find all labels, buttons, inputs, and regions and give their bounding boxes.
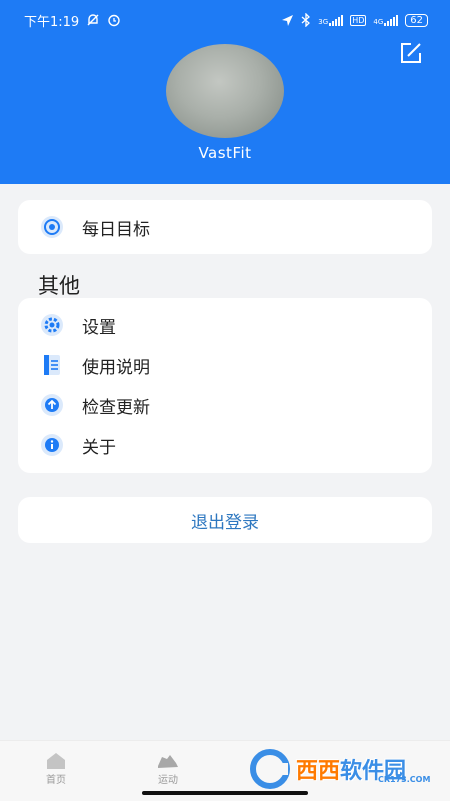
manual-icon <box>38 351 66 379</box>
status-time: 下午1:19 <box>24 14 80 30</box>
menu-item-check-update[interactable]: 检查更新 <box>18 385 432 425</box>
menu-item-label: 检查更新 <box>82 397 150 418</box>
menu-item-label: 使用说明 <box>82 357 150 378</box>
home-icon <box>26 749 86 771</box>
info-icon <box>38 431 66 459</box>
menu-item-label: 设置 <box>82 317 116 338</box>
settings-icon <box>38 311 66 339</box>
watermark-c-icon <box>250 749 290 789</box>
goals-card: 每日目标 <box>18 200 432 254</box>
nav-label: 首页 <box>46 775 66 786</box>
menu-item-label: 关于 <box>82 437 116 458</box>
signal-3g-icon: 3G <box>318 14 344 26</box>
username: VastFit <box>198 144 252 162</box>
status-bar: 下午1:19 3G HD 4G 62 <box>0 0 450 40</box>
avatar[interactable] <box>166 44 284 138</box>
menu-item-settings[interactable]: 设置 <box>18 305 432 345</box>
watermark-sub: CR173.COM <box>378 775 431 784</box>
menu-item-manual[interactable]: 使用说明 <box>18 345 432 385</box>
bluetooth-icon <box>301 13 311 27</box>
logout-label: 退出登录 <box>191 512 259 533</box>
nav-item-sport[interactable]: 运动 <box>138 749 198 786</box>
alarm-icon <box>108 14 120 27</box>
location-arrow-icon <box>282 14 294 26</box>
battery-indicator: 62 <box>405 13 428 27</box>
target-icon <box>38 213 66 241</box>
signal-4g-icon: 4G <box>373 14 399 26</box>
home-indicator[interactable] <box>142 791 308 795</box>
hd-badge: HD <box>350 14 367 26</box>
shoe-icon <box>138 749 198 771</box>
menu-item-label: 每日目标 <box>82 219 150 240</box>
section-title-others: 其他 <box>38 274 80 298</box>
watermark-logo: 西西软件园 CR173.COM <box>250 746 430 792</box>
mute-bell-icon <box>87 14 99 26</box>
logout-button[interactable]: 退出登录 <box>18 497 432 543</box>
edit-icon[interactable] <box>398 40 424 66</box>
menu-item-about[interactable]: 关于 <box>18 425 432 465</box>
nav-item-home[interactable]: 首页 <box>26 749 86 786</box>
nav-label: 运动 <box>158 775 178 786</box>
others-card: 设置 使用说明 检查更新 关于 <box>18 298 432 473</box>
profile-header: 下午1:19 3G HD 4G 62 VastFit <box>0 0 450 184</box>
update-icon <box>38 391 66 419</box>
menu-item-daily-goal[interactable]: 每日目标 <box>18 207 432 247</box>
